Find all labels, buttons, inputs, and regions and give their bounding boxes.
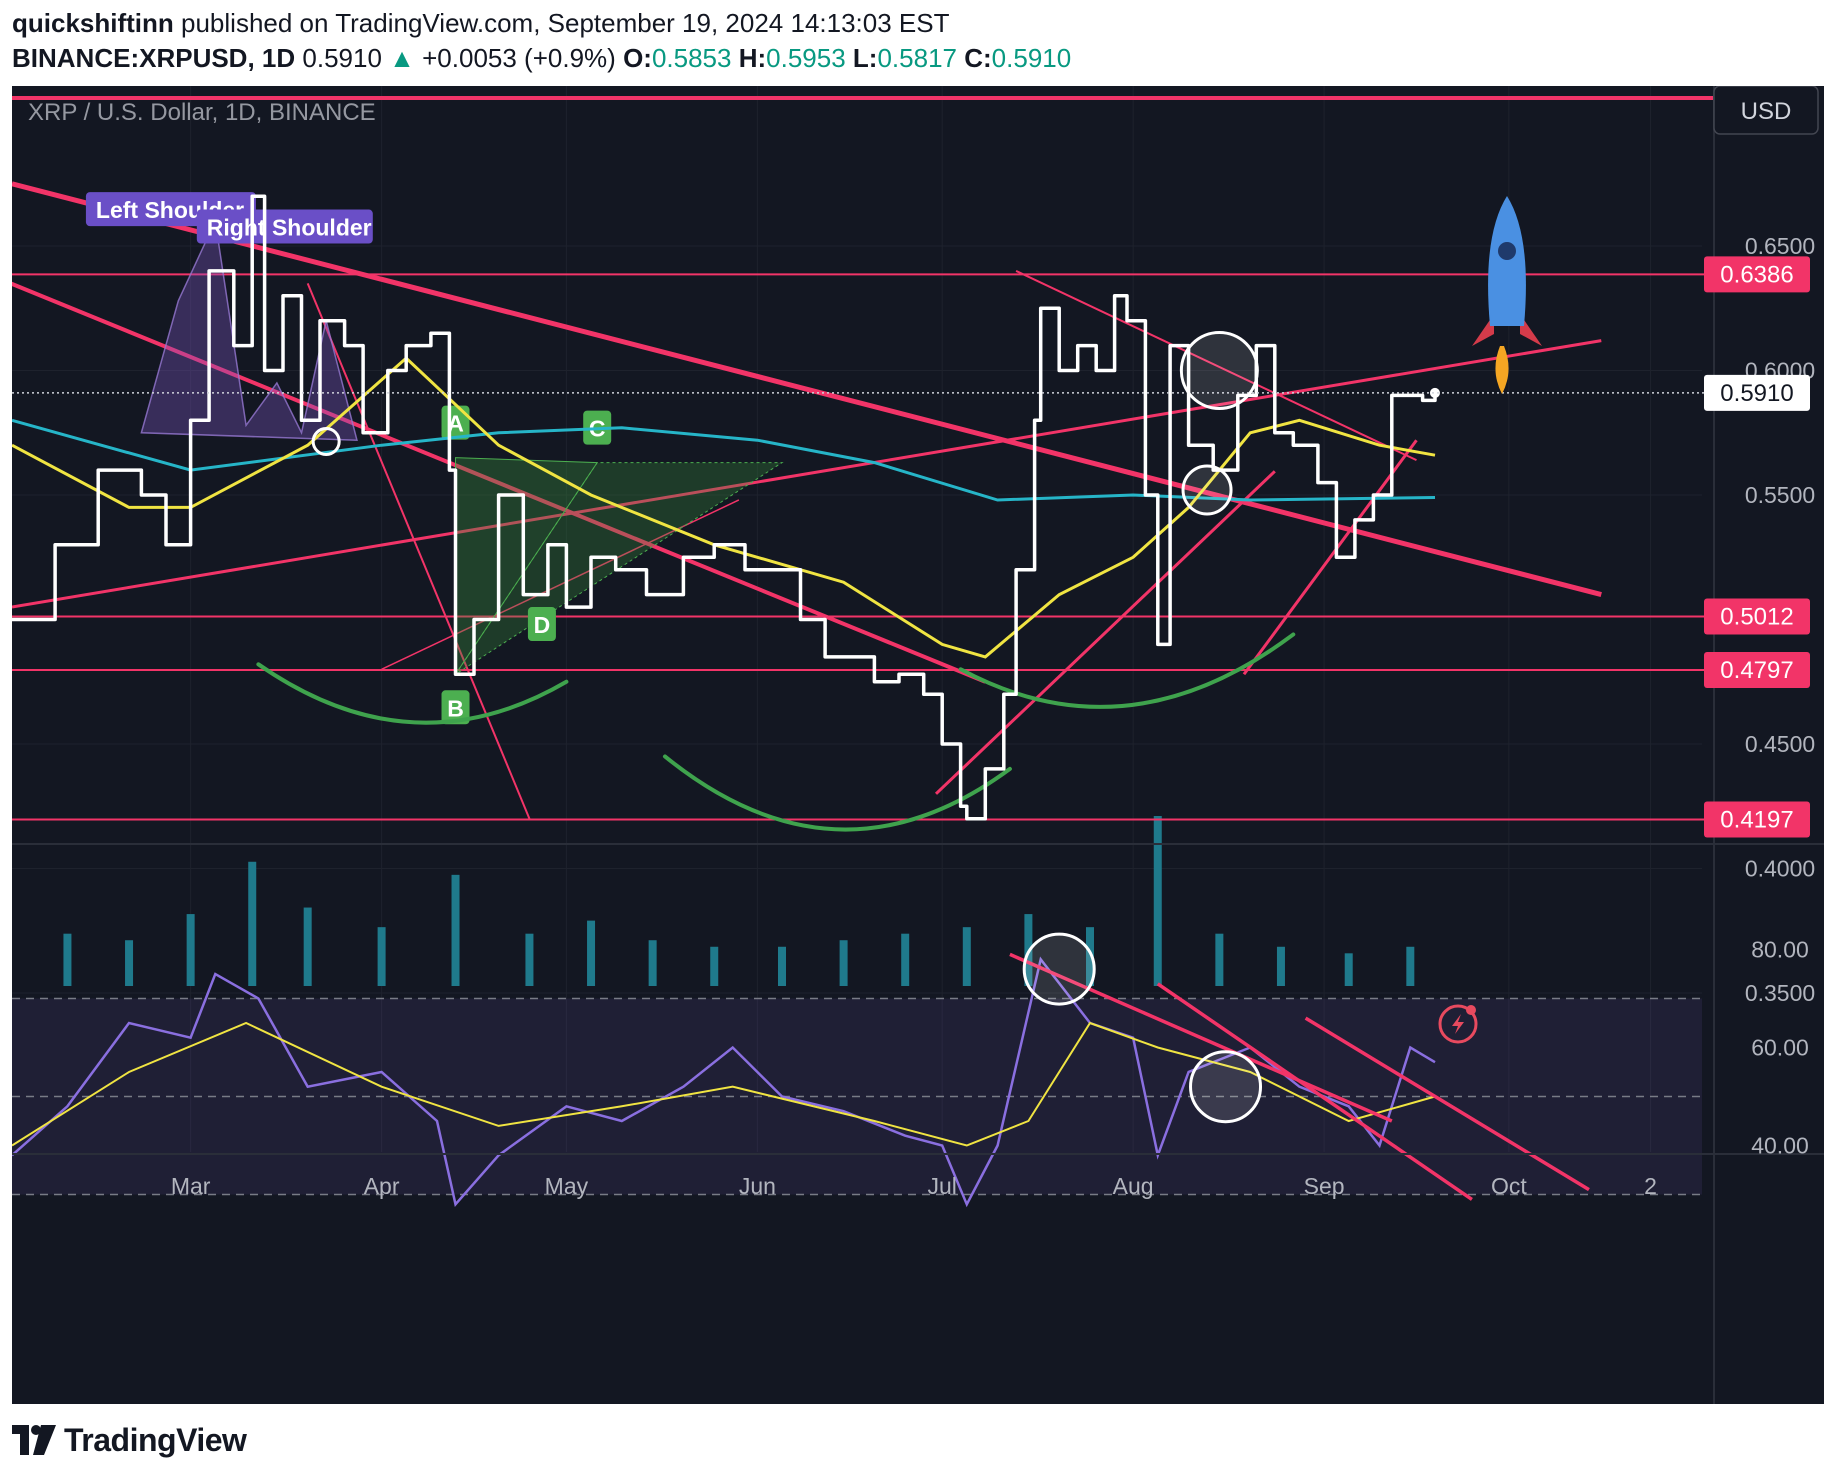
highlight-circle [1179,331,1259,410]
volume-bar [1276,946,1285,986]
abcd-pattern: ABCD [441,405,784,725]
volume-bar [1153,816,1162,986]
time-tick-label: Oct [1491,1173,1527,1199]
rsi-tick-label: 80.00 [1751,937,1809,963]
volume-bar [186,914,195,986]
volume-bar [587,920,596,986]
rounded-bottom-arc [256,662,569,725]
price-tick-label: 0.6500 [1745,233,1815,259]
symbol: BINANCE:XRPUSD, 1D [12,43,296,73]
time-tick-label: Sep [1304,1173,1345,1199]
close-label: C: [964,43,992,73]
rsi-tick-label: 40.00 [1751,1133,1809,1159]
symbol-line: BINANCE:XRPUSD, 1D 0.5910 ▲ +0.0053 (+0.… [12,43,1071,74]
price-tick-label: 0.4500 [1745,731,1815,757]
low-label: L: [852,43,878,73]
main-downtrend-line [12,181,1602,598]
time-tick-label: Jun [739,1173,776,1199]
uptrend-support-line [934,470,1276,795]
chart-legend-title: XRP / U.S. Dollar, 1D, BINANCE [28,99,376,126]
change-value: +0.0053 (+0.9%) [422,43,616,73]
chart-svg[interactable]: Left ShoulderRight Shoulder ABCD 0.65000… [12,86,1824,1404]
tradingview-logo-icon [12,1425,56,1455]
volume-bar [778,946,786,986]
volume-bar [901,933,910,986]
volume-bar [63,933,72,986]
head-shoulders-pattern: Left ShoulderRight Shoulder [85,192,373,442]
high-value: 0.5953 [766,43,846,73]
trend-lines [12,181,1602,820]
volume-bar [303,907,312,986]
abcd-label: B [447,695,464,721]
time-tick-label: Mar [171,1173,211,1199]
volume-bar [451,874,460,986]
high-label: H: [738,43,767,73]
price-tick-label: 0.5500 [1745,482,1815,508]
time-tick-label: Jul [927,1173,956,1199]
rsi-tick-label: 60.00 [1751,1035,1809,1061]
level-label: 0.4797 [1720,657,1793,684]
low-value: 0.5817 [877,43,957,73]
rsi-highlight-circle [1189,1050,1263,1124]
volume-bar [1344,953,1353,986]
close-value: 0.5910 [991,43,1072,73]
time-tick-label: Aug [1113,1173,1154,1199]
price-series [12,194,1714,821]
level-label: 0.4197 [1720,806,1793,833]
currency-button-label: USD [1741,98,1792,125]
level-label: 0.6386 [1720,261,1793,288]
volume-bar [1215,933,1224,986]
volume-bar [839,940,848,986]
time-tick-label: 2 [1644,1173,1657,1199]
last-value: 0.5910 [302,43,382,73]
abcd-label: D [534,612,551,638]
price-tick-label: 0.3500 [1745,980,1815,1006]
volume-bar [710,946,719,986]
volume-bar [525,933,534,986]
head-shoulders-shape [140,218,358,442]
price-tick-label: 0.4000 [1745,856,1815,882]
rounded-bottom-arcs [256,632,1296,832]
rocket-icon [1472,196,1542,394]
published-line: quickshiftinn published on TradingView.c… [12,8,950,39]
highlight-circle [1181,464,1233,516]
axes: 0.65000.60000.55000.45000.40000.350080.0… [12,86,1824,1404]
time-tick-label: May [545,1173,589,1199]
open-label: O: [623,43,652,73]
last-price-label: 0.5910 [1720,380,1793,407]
shoulder-label: Right Shoulder [207,215,372,241]
volume-bar [648,940,657,986]
volume-bar [962,927,971,986]
volume-bars [63,816,1415,986]
rsi-pane [12,932,1702,1208]
published-text: published on TradingView.com, September … [181,8,950,38]
volume-bar [1406,946,1415,986]
rsi-highlight-circle [1022,932,1096,1006]
tradingview-brand: TradingView [64,1421,247,1458]
time-tick-label: Apr [364,1173,400,1199]
open-value: 0.5853 [651,43,732,73]
change-up-icon: ▲ [389,43,415,73]
volume-bar [377,927,386,986]
volume-bar [125,940,134,986]
volume-bar [248,861,257,986]
publisher-name: quickshiftinn [12,8,174,38]
currency-button[interactable]: USD [1713,86,1819,135]
level-label: 0.5012 [1720,604,1793,631]
footer: TradingView [12,1418,247,1462]
chart-frame[interactable]: Left Shoulder Right Shoulder ABCD 0.6500 0… [12,86,1824,1404]
